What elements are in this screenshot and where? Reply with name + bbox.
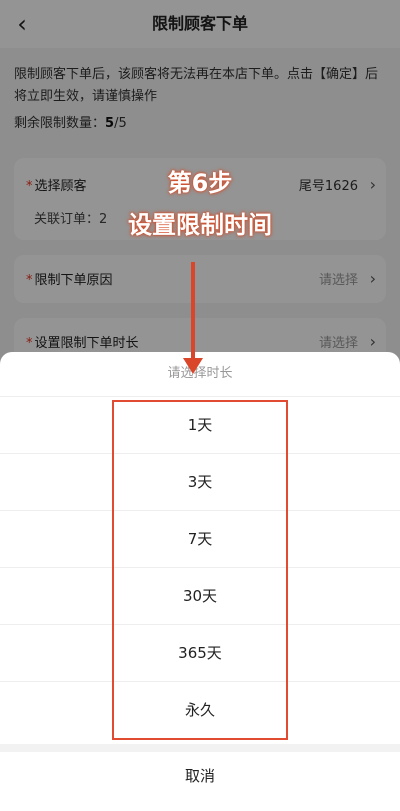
options-highlight-box (112, 400, 288, 740)
annotation-step: 第6步 (167, 169, 233, 197)
down-arrow-icon (183, 358, 203, 374)
sheet-divider (0, 744, 400, 752)
annotation-arrow-shaft (191, 262, 195, 360)
annotation-text: 设置限制时间 (128, 211, 272, 239)
cancel-button[interactable]: 取消 (0, 752, 400, 800)
